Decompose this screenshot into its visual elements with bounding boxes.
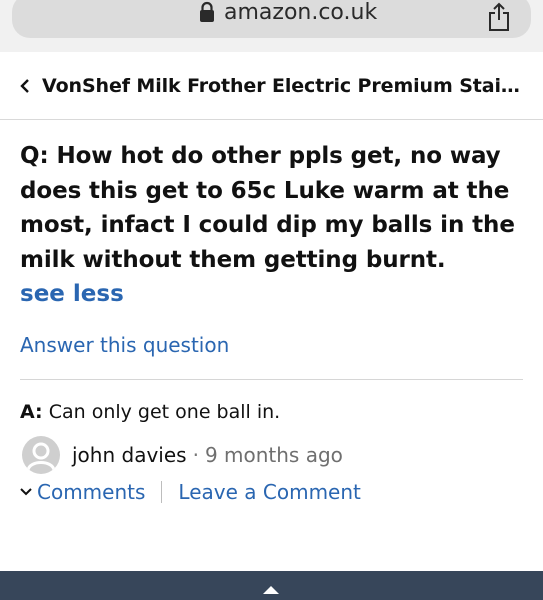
answer-text: Can only get one ball in.: [48, 401, 281, 423]
chevron-up-icon[interactable]: [263, 586, 279, 594]
author-name[interactable]: john davies: [72, 443, 187, 467]
comments-actions: Comments Leave a Comment: [20, 477, 361, 507]
lock-icon: [200, 1, 214, 22]
answer-text-line: A: Can only get one ball in.: [20, 398, 280, 426]
url-display[interactable]: amazon.co.uk: [198, 0, 377, 26]
answer-question-link[interactable]: Answer this question: [20, 331, 229, 359]
see-less-link[interactable]: see less: [20, 278, 124, 310]
chevron-left-icon[interactable]: [18, 78, 32, 93]
separator: [161, 481, 163, 503]
product-title[interactable]: VonShef Milk Frother Electric Premium St…: [42, 75, 532, 97]
browser-toolbar: amazon.co.uk: [0, 0, 543, 52]
user-icon: [26, 442, 56, 471]
question-text: Q: How hot do other ppls get, no way doe…: [20, 143, 515, 273]
answer-label: A:: [20, 401, 43, 423]
answer-timestamp: 9 months ago: [204, 443, 343, 467]
chevron-down-icon[interactable]: [20, 487, 32, 497]
url-text: amazon.co.uk: [224, 0, 378, 25]
product-header[interactable]: VonShef Milk Frother Electric Premium St…: [0, 52, 543, 120]
author-separator: ·: [192, 443, 199, 467]
bottom-toolbar: [0, 571, 543, 600]
answer-author: john davies · 9 months ago: [22, 435, 343, 475]
divider: [20, 379, 523, 380]
share-icon[interactable]: [486, 2, 512, 32]
avatar[interactable]: [22, 436, 60, 474]
address-bar[interactable]: amazon.co.uk: [12, 0, 531, 38]
leave-comment-link[interactable]: Leave a Comment: [178, 480, 360, 504]
comments-toggle[interactable]: Comments: [37, 480, 145, 504]
